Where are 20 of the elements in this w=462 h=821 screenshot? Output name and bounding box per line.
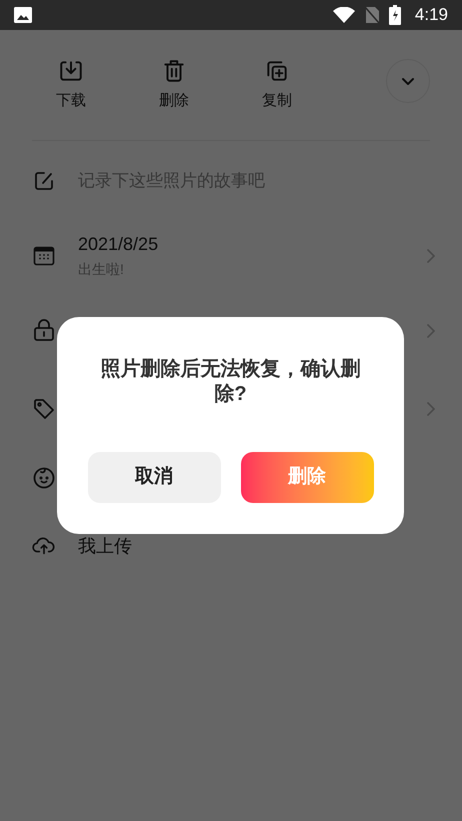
row-title: 2021/8/25 [78, 233, 160, 256]
edit-icon [32, 169, 56, 193]
clock-time: 4:19 [414, 4, 448, 26]
baby-face-icon [32, 466, 56, 490]
cancel-button[interactable]: 取消 [88, 452, 220, 503]
delete-button[interactable]: 删除 [240, 452, 374, 503]
image-icon [14, 7, 32, 23]
row-title: 我上传 [78, 535, 133, 558]
action-button[interactable]: 下载 [29, 58, 113, 112]
wifi-icon [332, 7, 355, 23]
calendar-icon [32, 244, 56, 268]
no-sim-icon [364, 6, 380, 24]
action-button[interactable]: 删除 [132, 58, 216, 112]
action-button[interactable]: 复制 [235, 58, 319, 112]
dialog-message: 照片删除后无法恢复，确认删除? [100, 357, 362, 407]
battery-charging-icon [388, 5, 401, 25]
expand-button[interactable] [386, 59, 430, 103]
lock-icon [32, 318, 56, 342]
tag-icon [32, 397, 56, 421]
chevron-down-icon [401, 76, 415, 86]
